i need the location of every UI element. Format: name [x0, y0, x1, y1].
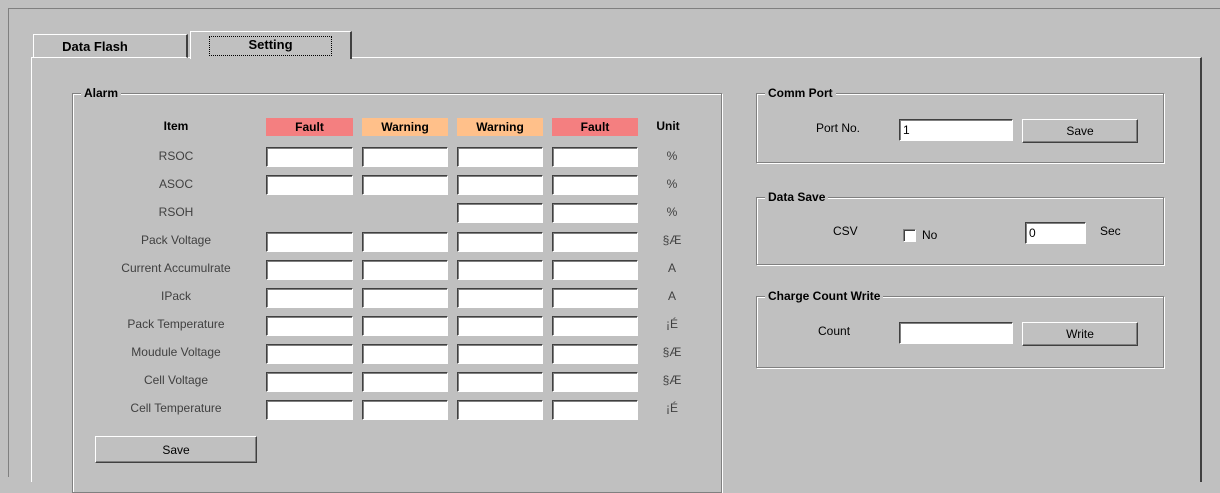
pack-voltage-fault-low-input[interactable]	[552, 232, 638, 252]
header-unit: Unit	[656, 119, 680, 133]
header-item: Item	[163, 119, 189, 133]
cell-voltage-warning-high-input[interactable]	[362, 372, 448, 392]
cell-voltage-fault-low-input[interactable]	[552, 372, 638, 392]
module-voltage-fault-high-input[interactable]	[266, 344, 353, 364]
header-fault-high: Fault	[266, 118, 353, 136]
write-button[interactable]: Write	[1022, 322, 1138, 346]
rsoh-fault-low-input[interactable]	[552, 203, 638, 223]
tab-setting[interactable]: Setting	[190, 31, 352, 59]
rsoc-warning-high-input[interactable]	[362, 147, 448, 167]
row-label-cell-voltage: Cell Voltage	[143, 373, 209, 387]
pack-voltage-fault-high-input[interactable]	[266, 232, 353, 252]
save-interval-input[interactable]	[1025, 222, 1086, 244]
tab-data-flash-label: Data Flash	[62, 38, 128, 54]
unit-pack-voltage: §Æ	[662, 233, 682, 247]
count-label: Count	[818, 324, 851, 338]
cell-temperature-fault-high-input[interactable]	[266, 400, 353, 420]
tab-data-flash[interactable]: Data Flash	[33, 34, 188, 58]
data-save-group-title: Data Save	[765, 190, 829, 204]
csv-checkbox[interactable]	[903, 229, 916, 242]
ipack-fault-high-input[interactable]	[266, 288, 353, 308]
row-label-cell-temperature: Cell Temperature	[130, 401, 222, 415]
unit-pack-temperature: ¡É	[666, 317, 678, 331]
current-accumulrate-warning-high-input[interactable]	[362, 260, 448, 280]
header-warning-high: Warning	[362, 118, 448, 136]
pack-temperature-warning-high-input[interactable]	[362, 316, 448, 336]
pack-temperature-fault-high-input[interactable]	[266, 316, 353, 336]
ipack-warning-low-input[interactable]	[457, 288, 543, 308]
save-interval-unit: Sec	[1100, 224, 1121, 238]
unit-current-accumulrate: A	[667, 261, 676, 275]
asoc-fault-low-input[interactable]	[552, 175, 638, 195]
pack-temperature-fault-low-input[interactable]	[552, 316, 638, 336]
unit-cell-voltage: §Æ	[662, 373, 682, 387]
row-label-pack-temperature: Pack Temperature	[127, 317, 225, 331]
alarm-group-title: Alarm	[81, 86, 122, 100]
tab-setting-label: Setting	[209, 35, 332, 56]
module-voltage-warning-high-input[interactable]	[362, 344, 448, 364]
unit-module-voltage: §Æ	[662, 345, 682, 359]
alarm-save-button[interactable]: Save	[95, 436, 257, 463]
asoc-fault-high-input[interactable]	[266, 175, 353, 195]
row-label-pack-voltage: Pack Voltage	[140, 233, 212, 247]
rsoh-warning-low-input[interactable]	[457, 203, 543, 223]
module-voltage-fault-low-input[interactable]	[552, 344, 638, 364]
port-no-label: Port No.	[816, 121, 861, 135]
unit-cell-temperature: ¡É	[666, 401, 678, 415]
row-label-asoc: ASOC	[158, 177, 193, 191]
cell-temperature-fault-low-input[interactable]	[552, 400, 638, 420]
module-voltage-warning-low-input[interactable]	[457, 344, 543, 364]
header-warning-low: Warning	[457, 118, 543, 136]
row-label-rsoc: RSOC	[158, 149, 194, 163]
cell-temperature-warning-high-input[interactable]	[362, 400, 448, 420]
cell-temperature-warning-low-input[interactable]	[457, 400, 543, 420]
current-accumulrate-fault-low-input[interactable]	[552, 260, 638, 280]
row-label-current-accumulrate: Current Accumulrate	[121, 261, 231, 275]
count-input[interactable]	[899, 322, 1013, 344]
rsoc-warning-low-input[interactable]	[457, 147, 543, 167]
pack-temperature-warning-low-input[interactable]	[457, 316, 543, 336]
charge-count-write-group-title: Charge Count Write	[765, 289, 884, 303]
unit-rsoh: %	[666, 205, 678, 219]
row-label-ipack: IPack	[160, 289, 191, 303]
unit-ipack: A	[667, 289, 676, 303]
csv-label: CSV	[833, 224, 858, 238]
unit-asoc: %	[666, 177, 678, 191]
current-accumulrate-fault-high-input[interactable]	[266, 260, 353, 280]
port-no-input[interactable]	[899, 119, 1013, 141]
cell-voltage-warning-low-input[interactable]	[457, 372, 543, 392]
comm-port-save-button[interactable]: Save	[1022, 119, 1138, 143]
row-label-module-voltage: Moudule Voltage	[131, 345, 221, 359]
unit-rsoc: %	[666, 149, 678, 163]
rsoc-fault-low-input[interactable]	[552, 147, 638, 167]
row-label-rsoh: RSOH	[158, 205, 194, 219]
comm-port-group-title: Comm Port	[765, 86, 836, 100]
csv-checkbox-label: No	[922, 228, 938, 242]
asoc-warning-high-input[interactable]	[362, 175, 448, 195]
current-accumulrate-warning-low-input[interactable]	[457, 260, 543, 280]
pack-voltage-warning-low-input[interactable]	[457, 232, 543, 252]
asoc-warning-low-input[interactable]	[457, 175, 543, 195]
cell-voltage-fault-high-input[interactable]	[266, 372, 353, 392]
pack-voltage-warning-high-input[interactable]	[362, 232, 448, 252]
ipack-fault-low-input[interactable]	[552, 288, 638, 308]
rsoc-fault-high-input[interactable]	[266, 147, 353, 167]
header-fault-low: Fault	[552, 118, 638, 136]
ipack-warning-high-input[interactable]	[362, 288, 448, 308]
